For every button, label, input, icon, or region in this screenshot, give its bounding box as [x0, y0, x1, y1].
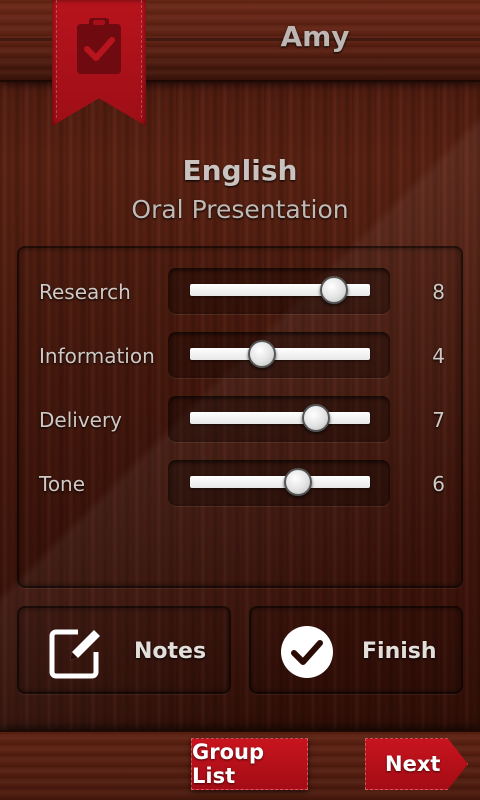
criterion-label: Research: [39, 280, 131, 304]
subject-title: English: [182, 154, 298, 187]
criterion-label: Delivery: [39, 408, 123, 432]
notes-label: Notes: [134, 639, 207, 664]
slider-thumb[interactable]: [248, 340, 276, 368]
criterion-slider[interactable]: [190, 404, 370, 432]
group-list-button[interactable]: Group List: [191, 738, 308, 790]
finish-label: Finish: [362, 639, 437, 664]
criterion-slider[interactable]: [190, 468, 370, 496]
criterion-row-delivery: Delivery 7: [19, 396, 465, 444]
criterion-slider[interactable]: [190, 340, 370, 368]
criterion-slider-well: [168, 396, 390, 442]
slider-thumb[interactable]: [284, 468, 312, 496]
criterion-slider-well: [168, 332, 390, 378]
student-name: Amy: [280, 20, 350, 53]
criterion-slider[interactable]: [190, 276, 370, 304]
slider-thumb[interactable]: [320, 276, 348, 304]
edit-note-icon: [49, 629, 100, 679]
next-button[interactable]: Next: [365, 738, 468, 790]
finish-button[interactable]: Finish: [249, 606, 463, 694]
criterion-slider-well: [168, 460, 390, 506]
slider-thumb[interactable]: [302, 404, 330, 432]
criteria-panel: Research 8 Information 4 Delivery 7 Tone: [17, 246, 463, 588]
criterion-score: 7: [432, 408, 445, 432]
notes-button[interactable]: Notes: [17, 606, 231, 694]
criterion-row-tone: Tone 6: [19, 460, 465, 508]
criterion-row-information: Information 4: [19, 332, 465, 380]
checkmark-circle-icon: [281, 626, 333, 678]
criterion-slider-well: [168, 268, 390, 314]
criterion-score: 4: [432, 344, 445, 368]
criterion-score: 8: [432, 280, 445, 304]
assignment-title: Oral Presentation: [131, 195, 349, 224]
criterion-label: Tone: [39, 472, 86, 496]
criterion-label: Information: [39, 344, 155, 368]
criterion-row-research: Research 8: [19, 268, 465, 316]
clipboard-check-icon: [77, 18, 121, 74]
criterion-score: 6: [432, 472, 445, 496]
